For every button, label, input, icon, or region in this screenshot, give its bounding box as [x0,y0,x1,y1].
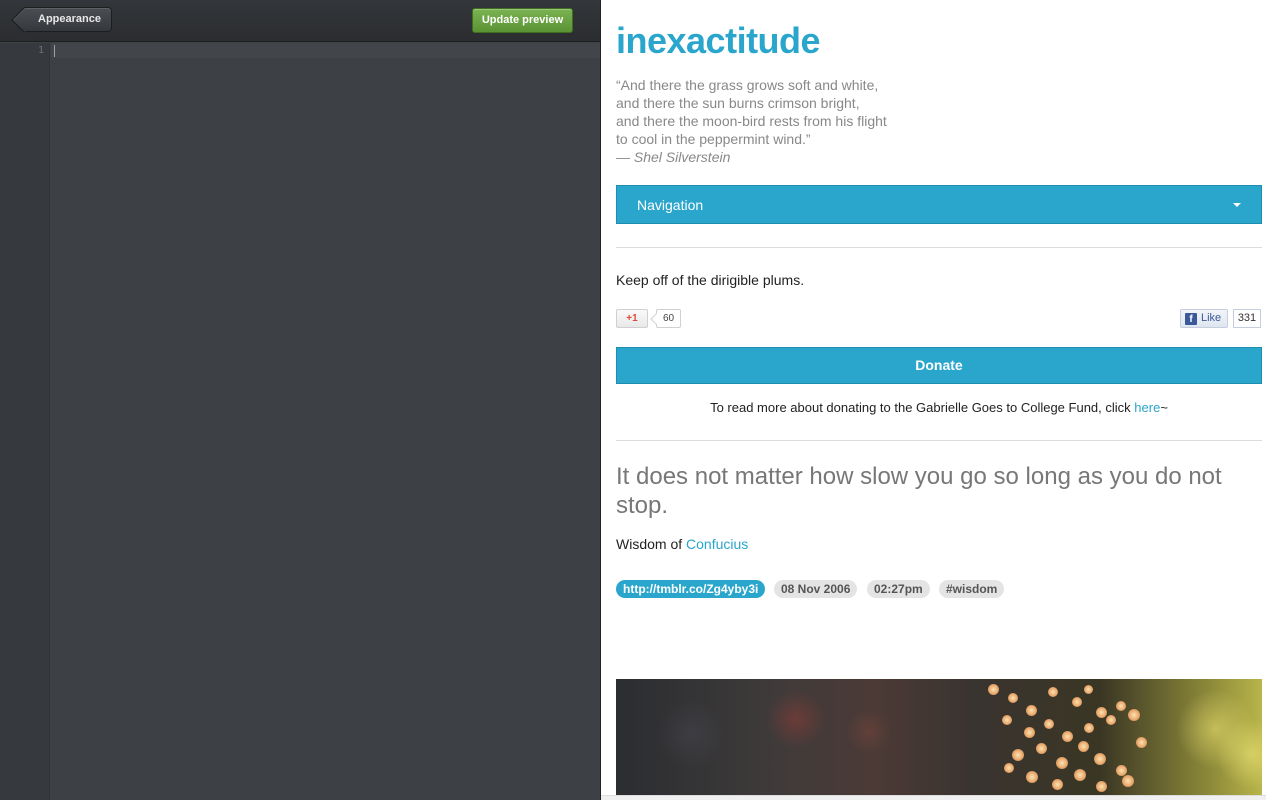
bokeh-light [1056,757,1068,769]
google-plus-icon: +1 [626,313,638,324]
bokeh-light [1044,719,1054,729]
bokeh-light [1072,697,1082,707]
bokeh-light [1116,701,1126,711]
appearance-back-button[interactable]: Appearance [24,7,112,32]
line-number-gutter [0,43,50,800]
vertical-scrollbar[interactable] [1265,0,1280,800]
line-number: 1 [37,45,44,56]
facebook-icon: f [1185,313,1197,325]
post-source: Wisdom of Confucius [616,536,748,552]
code-editor-panel: Appearance Update preview 1 [0,0,600,800]
bokeh-light [1062,731,1073,742]
bokeh-light [1004,763,1014,773]
bokeh-light [1078,741,1089,752]
blog-header-quote: “And there the grass grows soft and whit… [616,76,887,166]
donate-text: To read more about donating to the Gabri… [710,400,1135,415]
bokeh-light [1084,723,1094,733]
bokeh-light [1128,709,1140,721]
post-quote: It does not matter how slow you go so lo… [616,463,1222,519]
donate-info-text: To read more about donating to the Gabri… [616,400,1262,415]
navigation-dropdown[interactable]: Navigation [616,185,1262,224]
bokeh-light [1002,715,1012,725]
post-source-prefix: Wisdom of [616,536,687,552]
blog-title[interactable]: inexactitude [616,20,821,62]
bokeh-light [1094,753,1106,765]
code-textarea[interactable] [51,43,600,800]
bokeh-light [1024,727,1035,738]
post-photo [616,679,1262,797]
quote-line: and there the sun burns crimson bright, [616,95,860,111]
bokeh-light [1074,769,1086,781]
photo-blur [846,709,891,754]
navigation-label: Navigation [637,197,704,213]
bokeh-light [1096,707,1107,718]
bokeh-light [1096,781,1107,792]
bokeh-light [1122,775,1134,787]
post-time-tag[interactable]: 02:27pm [867,580,930,598]
bokeh-light [1026,705,1037,716]
caret-down-icon [1233,203,1241,207]
editor-toolbar: Appearance Update preview [0,0,600,42]
bokeh-light [1106,715,1116,725]
text-cursor [54,45,55,57]
bokeh-light [1026,771,1038,783]
facebook-like-count: 331 [1233,309,1261,328]
quote-line: “And there the grass grows soft and whit… [616,77,879,93]
horizontal-scrollbar[interactable] [601,795,1266,800]
bokeh-light [1008,693,1018,703]
post-hashtag[interactable]: #wisdom [939,580,1005,598]
quote-source: — Shel Silverstein [616,149,731,165]
bokeh-light [1136,737,1147,748]
post-short-link[interactable]: http://tmblr.co/Zg4yby3i [616,580,766,598]
bokeh-light [1084,685,1093,694]
google-plus-button[interactable]: +1 [616,309,648,328]
bokeh-light [1036,743,1047,754]
blog-description: Keep off of the dirigible plums. [616,272,805,288]
divider [616,247,1262,248]
post-source-link[interactable]: Confucius [686,536,748,552]
donate-suffix: ~ [1160,400,1168,415]
divider [616,440,1262,441]
google-plus-count: 60 [656,309,681,328]
photo-blur [766,689,826,749]
facebook-like-button[interactable]: f Like [1180,309,1228,328]
update-preview-button[interactable]: Update preview [472,8,573,33]
bokeh-light [1052,779,1063,790]
active-line-highlight [51,43,600,58]
photo-blur [656,699,726,769]
quote-line: and there the moon-bird rests from his f… [616,113,887,129]
bokeh-light [1012,749,1024,761]
facebook-like-label: Like [1201,312,1222,324]
quote-line: to cool in the peppermint wind.” [616,131,811,147]
appearance-back-label: Appearance [38,13,101,25]
donate-here-link[interactable]: here [1134,400,1160,415]
blog-preview-panel: inexactitude “And there the grass grows … [600,0,1280,800]
post-date-tag[interactable]: 08 Nov 2006 [774,580,858,598]
donate-button[interactable]: Donate [616,347,1262,384]
bokeh-light [988,684,999,695]
bokeh-light [1048,687,1058,697]
